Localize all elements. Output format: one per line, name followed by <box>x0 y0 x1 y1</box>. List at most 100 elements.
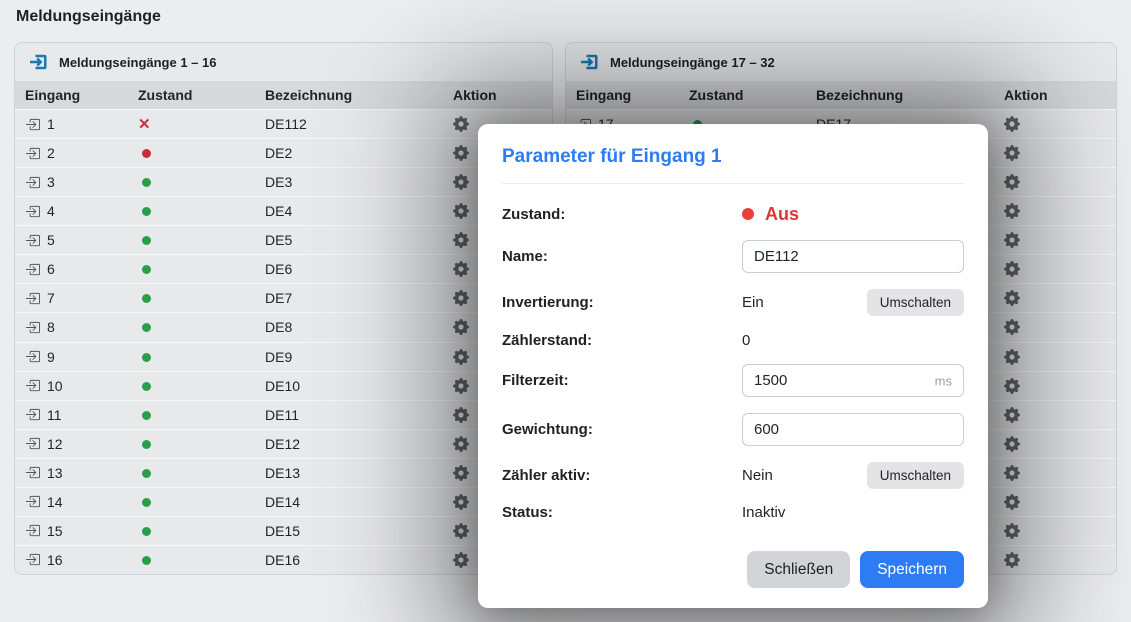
box-arrow-in-icon <box>25 175 40 190</box>
row-number: 4 <box>47 203 55 219</box>
row-name: DE2 <box>265 145 453 161</box>
gear-icon[interactable] <box>1004 407 1020 423</box>
cell-zustand <box>138 203 265 219</box>
cell-aktion <box>1004 552 1106 568</box>
row-number: 13 <box>47 465 63 481</box>
cell-zustand <box>138 523 265 539</box>
cell-eingang: 12 <box>25 436 138 452</box>
gear-icon[interactable] <box>453 407 469 423</box>
table-row: 6 DE6 <box>15 254 552 283</box>
name-input[interactable] <box>742 240 964 273</box>
box-arrow-in-icon <box>25 523 40 538</box>
row-number: 12 <box>47 436 63 452</box>
gear-icon[interactable] <box>453 436 469 452</box>
gear-icon[interactable] <box>1004 203 1020 219</box>
row-number: 3 <box>47 174 55 190</box>
state-dot <box>142 469 151 478</box>
cell-eingang: 1 <box>25 116 138 132</box>
col-zustand: Zustand <box>689 87 816 103</box>
cell-zustand <box>138 552 265 568</box>
row-name: DE12 <box>265 436 453 452</box>
gear-icon[interactable] <box>453 290 469 306</box>
box-arrow-in-icon <box>25 436 40 451</box>
table-row: 10 DE10 <box>15 371 552 400</box>
gear-icon[interactable] <box>453 203 469 219</box>
box-arrow-in-icon <box>25 465 40 480</box>
cell-aktion <box>1004 261 1106 277</box>
gear-icon[interactable] <box>453 494 469 510</box>
parameter-modal: Parameter für Eingang 1 Zustand: Aus Nam… <box>478 124 988 608</box>
gear-icon[interactable] <box>453 465 469 481</box>
umschalten-button[interactable]: Umschalten <box>867 462 964 489</box>
row-name: DE112 <box>265 116 453 132</box>
table-row: 13 DE13 <box>15 458 552 487</box>
row-name: DE11 <box>265 407 453 423</box>
gear-icon[interactable] <box>453 232 469 248</box>
gear-icon[interactable] <box>453 552 469 568</box>
box-arrow-in-icon <box>25 378 40 393</box>
cell-eingang: 5 <box>25 232 138 248</box>
field-filterzeit: Filterzeit: ms <box>502 364 964 397</box>
save-button[interactable]: Speichern <box>860 551 964 588</box>
state-dot <box>142 353 151 362</box>
col-eingang: Eingang <box>25 87 138 103</box>
box-arrow-in-icon <box>25 407 40 422</box>
gear-icon[interactable] <box>453 523 469 539</box>
cell-aktion <box>1004 145 1106 161</box>
field-invertierung: Invertierung: Ein Umschalten <box>502 289 964 316</box>
close-button[interactable]: Schließen <box>747 551 850 588</box>
gear-icon[interactable] <box>453 261 469 277</box>
cell-aktion <box>1004 523 1106 539</box>
gear-icon[interactable] <box>1004 232 1020 248</box>
modal-footer: Schließen Speichern <box>502 537 964 588</box>
state-dot <box>142 207 151 216</box>
gear-icon[interactable] <box>1004 465 1020 481</box>
gear-icon[interactable] <box>1004 116 1020 132</box>
gewichtung-input[interactable] <box>742 413 964 446</box>
modal-fields: Zustand: Aus Name: Invertierung: Ein Ums… <box>502 188 964 537</box>
status-value: Aus <box>765 204 799 225</box>
gear-icon[interactable] <box>453 349 469 365</box>
gear-icon[interactable] <box>1004 145 1020 161</box>
gear-icon[interactable] <box>1004 378 1020 394</box>
field-label: Zähler aktiv: <box>502 467 742 484</box>
gear-icon[interactable] <box>1004 174 1020 190</box>
page-title: Meldungseingänge <box>16 8 161 26</box>
field-label: Invertierung: <box>502 294 742 311</box>
gear-icon[interactable] <box>1004 523 1020 539</box>
col-bezeichnung: Bezeichnung <box>265 87 453 103</box>
row-name: DE5 <box>265 232 453 248</box>
field-label: Zählerstand: <box>502 332 742 349</box>
cell-zustand <box>138 145 265 161</box>
table-row: 3 DE3 <box>15 167 552 196</box>
gear-icon[interactable] <box>1004 552 1020 568</box>
field-name: Name: <box>502 240 964 273</box>
card-header: Meldungseingänge 17 – 32 <box>566 43 1116 81</box>
gear-icon[interactable] <box>1004 436 1020 452</box>
filterzeit-input[interactable] <box>742 364 964 397</box>
gear-icon[interactable] <box>453 319 469 335</box>
gear-icon[interactable] <box>1004 349 1020 365</box>
row-number: 10 <box>47 378 63 394</box>
cell-zustand <box>138 319 265 335</box>
col-zustand: Zustand <box>138 87 265 103</box>
gear-icon[interactable] <box>453 378 469 394</box>
field-label: Zustand: <box>502 206 742 223</box>
row-number: 1 <box>47 116 55 132</box>
gear-icon[interactable] <box>1004 290 1020 306</box>
gear-icon[interactable] <box>453 116 469 132</box>
table-row: 9 DE9 <box>15 342 552 371</box>
gear-icon[interactable] <box>1004 261 1020 277</box>
gear-icon[interactable] <box>453 145 469 161</box>
card-title: Meldungseingänge 1 – 16 <box>59 55 217 70</box>
gear-icon[interactable] <box>1004 494 1020 510</box>
field-label: Status: <box>502 504 742 521</box>
card-meldungseingaenge-1-16: Meldungseingänge 1 – 16 Eingang Zustand … <box>14 42 553 575</box>
gear-icon[interactable] <box>453 174 469 190</box>
box-arrow-in-icon <box>25 262 40 277</box>
cell-aktion <box>1004 116 1106 132</box>
gear-icon[interactable] <box>1004 319 1020 335</box>
row-number: 5 <box>47 232 55 248</box>
umschalten-button[interactable]: Umschalten <box>867 289 964 316</box>
cell-zustand <box>138 465 265 481</box>
